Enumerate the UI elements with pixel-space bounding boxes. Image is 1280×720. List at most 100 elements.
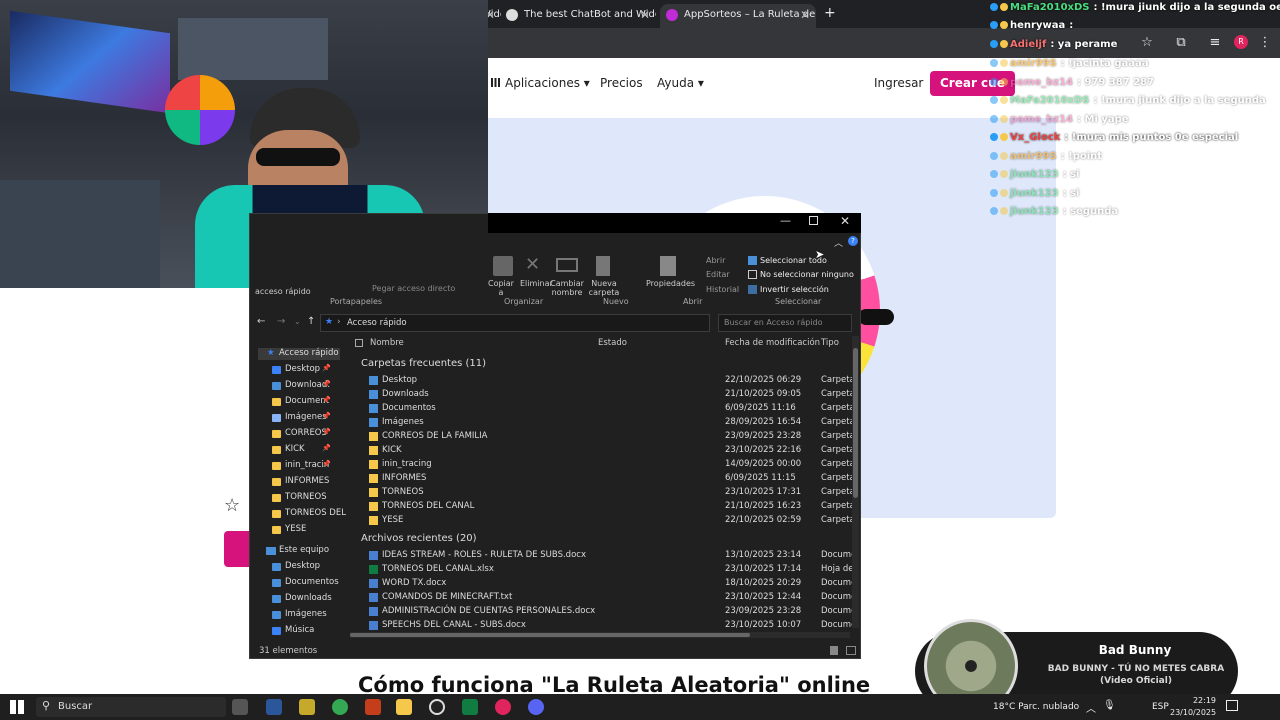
file-explorer-taskbar-icon[interactable]: [396, 699, 412, 715]
sidebar-pc-item[interactable]: Música: [272, 625, 314, 635]
file-row[interactable]: WORD TX.docx 18/10/2025 20:29 Documento: [368, 577, 852, 591]
chrome-profile-icon[interactable]: [495, 699, 511, 715]
word-icon[interactable]: [266, 699, 282, 715]
extensions-icon[interactable]: ⧉: [1172, 34, 1190, 52]
invert-selection-button[interactable]: Invertir selección: [760, 285, 829, 294]
clock-date[interactable]: 23/10/2025: [1170, 708, 1216, 717]
column-name[interactable]: Nombre: [370, 338, 404, 348]
file-row[interactable]: TORNEOS DEL CANAL.xlsx 23/10/2025 17:14 Ho…: [368, 563, 852, 577]
paste-shortcut-button[interactable]: Pegar acceso directo: [372, 284, 455, 293]
new-tab-button[interactable]: +: [824, 5, 836, 21]
sidebar-item[interactable]: Desktop 📌: [272, 364, 331, 374]
back-arrow-icon[interactable]: ←: [257, 316, 265, 327]
sidebar-quick-access[interactable]: ★ Acceso rápido: [258, 348, 340, 360]
rename-button[interactable]: Cambiar nombre: [550, 279, 584, 297]
group-frequent-folders[interactable]: Carpetas frecuentes (11): [361, 358, 486, 369]
search-box[interactable]: Buscar en Acceso rápido: [718, 314, 852, 332]
up-arrow-icon[interactable]: ↑: [307, 316, 315, 327]
folder-row[interactable]: Documentos 6/09/2025 11:16 Carpeta: [368, 402, 852, 416]
folder-row[interactable]: Imágenes 28/09/2025 16:54 Carpeta: [368, 416, 852, 430]
forward-arrow-icon[interactable]: →: [277, 316, 285, 327]
select-none-button[interactable]: No seleccionar ninguno: [760, 270, 854, 279]
nav-help[interactable]: Ayuda ▾: [657, 76, 704, 90]
close-button[interactable]: ✕: [840, 214, 850, 228]
edit-button[interactable]: Editar: [706, 270, 730, 279]
details-view-icon[interactable]: [830, 646, 838, 655]
microphone-icon[interactable]: 🎙: [1103, 700, 1116, 711]
nav-prices[interactable]: Precios: [600, 76, 643, 90]
nav-apps[interactable]: Aplicaciones ▾: [505, 76, 590, 90]
folder-row[interactable]: KICK 23/10/2025 22:16 Carpeta: [368, 444, 852, 458]
windows-start-icon[interactable]: [10, 700, 24, 714]
sidebar-this-pc[interactable]: Este equipo: [266, 545, 329, 555]
sidebar-pc-item[interactable]: Imágenes: [272, 609, 327, 619]
sidebar-pc-item[interactable]: Documentos: [272, 577, 339, 587]
sidebar-item[interactable]: CORREOS 📌: [272, 428, 331, 438]
browser-tab[interactable]: The best ChatBot and Widgets✕: [500, 4, 656, 28]
browser-menu-icon[interactable]: ⋮: [1256, 34, 1274, 52]
column-type[interactable]: Tipo: [821, 338, 839, 348]
excel-icon[interactable]: [462, 699, 478, 715]
media-icon[interactable]: ≡: [1206, 34, 1224, 52]
folder-row[interactable]: Desktop 22/10/2025 06:29 Carpeta: [368, 374, 852, 388]
task-view-icon[interactable]: [232, 699, 248, 715]
login-link[interactable]: Ingresar: [874, 76, 923, 90]
sidebar-item[interactable]: KICK 📌: [272, 444, 331, 454]
store-icon[interactable]: [299, 699, 315, 715]
select-all-checkbox[interactable]: [355, 339, 363, 347]
open-button[interactable]: Abrir: [706, 256, 725, 265]
minimize-button[interactable]: —: [780, 214, 791, 227]
tiles-view-icon[interactable]: [846, 646, 856, 655]
star-icon[interactable]: ☆: [224, 495, 250, 519]
history-button[interactable]: Historial: [706, 285, 739, 294]
file-row[interactable]: SPEECHS DEL CANAL - SUBS.docx 23/10/2025 …: [368, 619, 852, 633]
powerpoint-icon[interactable]: [365, 699, 381, 715]
breadcrumb-path[interactable]: Acceso rápido: [347, 318, 407, 328]
tab-close-icon[interactable]: ✕: [800, 4, 810, 26]
clock-time[interactable]: 22:19: [1182, 696, 1216, 705]
tray-chevron-icon[interactable]: ︿: [1086, 700, 1096, 715]
tab-close-icon[interactable]: ✕: [640, 4, 650, 26]
file-row[interactable]: COMANDOS DE MINECRAFT.txt 23/10/2025 12:4…: [368, 591, 852, 605]
copy-to-button[interactable]: Copiar a: [486, 279, 516, 297]
collapse-ribbon-icon[interactable]: ︿: [834, 236, 843, 249]
file-row[interactable]: ADMINISTRACIÓN DE CUENTAS PERSONALES.doc…: [368, 605, 852, 619]
browser-tab[interactable]: AppSorteos – La Ruleta de la S…✕: [660, 4, 816, 28]
folder-row[interactable]: TORNEOS 23/10/2025 17:31 Carpeta: [368, 486, 852, 500]
help-icon[interactable]: ?: [848, 236, 858, 246]
scrollbar-thumb[interactable]: [853, 348, 858, 498]
profile-avatar[interactable]: R: [1234, 35, 1248, 49]
taskbar-search[interactable]: ⚲ Buscar: [36, 697, 226, 717]
sidebar-item[interactable]: TORNEOS DEL: [272, 508, 346, 518]
maximize-button[interactable]: [809, 216, 818, 225]
chrome-icon[interactable]: [332, 699, 348, 715]
file-row[interactable]: IDEAS STREAM - ROLES - RULETA DE SUBS.do…: [368, 549, 852, 563]
scrollbar-thumb[interactable]: [350, 633, 750, 637]
horizontal-scrollbar[interactable]: [350, 632, 850, 638]
pink-button-edge[interactable]: [224, 531, 250, 567]
bookmark-star-icon[interactable]: ☆: [1138, 34, 1156, 52]
folder-row[interactable]: TORNEOS DEL CANAL 21/10/2025 16:23 Carpeta: [368, 500, 852, 514]
app-icon[interactable]: [528, 699, 544, 715]
input-language[interactable]: ESP: [1152, 702, 1169, 712]
address-bar[interactable]: ★ › Acceso rápido: [320, 314, 710, 332]
vertical-scrollbar[interactable]: [852, 336, 859, 628]
folder-row[interactable]: CORREOS DE LA FAMILIA 23/09/2025 23:28 Car…: [368, 430, 852, 444]
sidebar-item[interactable]: Document 📌: [272, 396, 331, 406]
sidebar-item[interactable]: TORNEOS: [272, 492, 327, 502]
sidebar-item[interactable]: INFORMES: [272, 476, 329, 486]
recent-locations-icon[interactable]: ⌄: [294, 317, 301, 326]
folder-row[interactable]: YESE 22/10/2025 02:59 Carpeta: [368, 514, 852, 528]
group-recent-files[interactable]: Archivos recientes (20): [361, 533, 477, 544]
sidebar-item[interactable]: Download: 📌: [272, 380, 331, 390]
obs-icon[interactable]: [429, 699, 445, 715]
column-modified[interactable]: Fecha de modificación: [725, 338, 820, 348]
delete-button[interactable]: Eliminar: [520, 279, 553, 288]
sidebar-pc-item[interactable]: Downloads: [272, 593, 332, 603]
pin-quick-access-label[interactable]: acceso rápido: [255, 287, 311, 296]
new-folder-button[interactable]: Nueva carpeta: [588, 279, 620, 297]
notifications-icon[interactable]: [1226, 700, 1238, 711]
properties-button[interactable]: Propiedades: [646, 279, 695, 288]
sidebar-item[interactable]: YESE: [272, 524, 306, 534]
sidebar-item[interactable]: Imágenes 📌: [272, 412, 331, 422]
